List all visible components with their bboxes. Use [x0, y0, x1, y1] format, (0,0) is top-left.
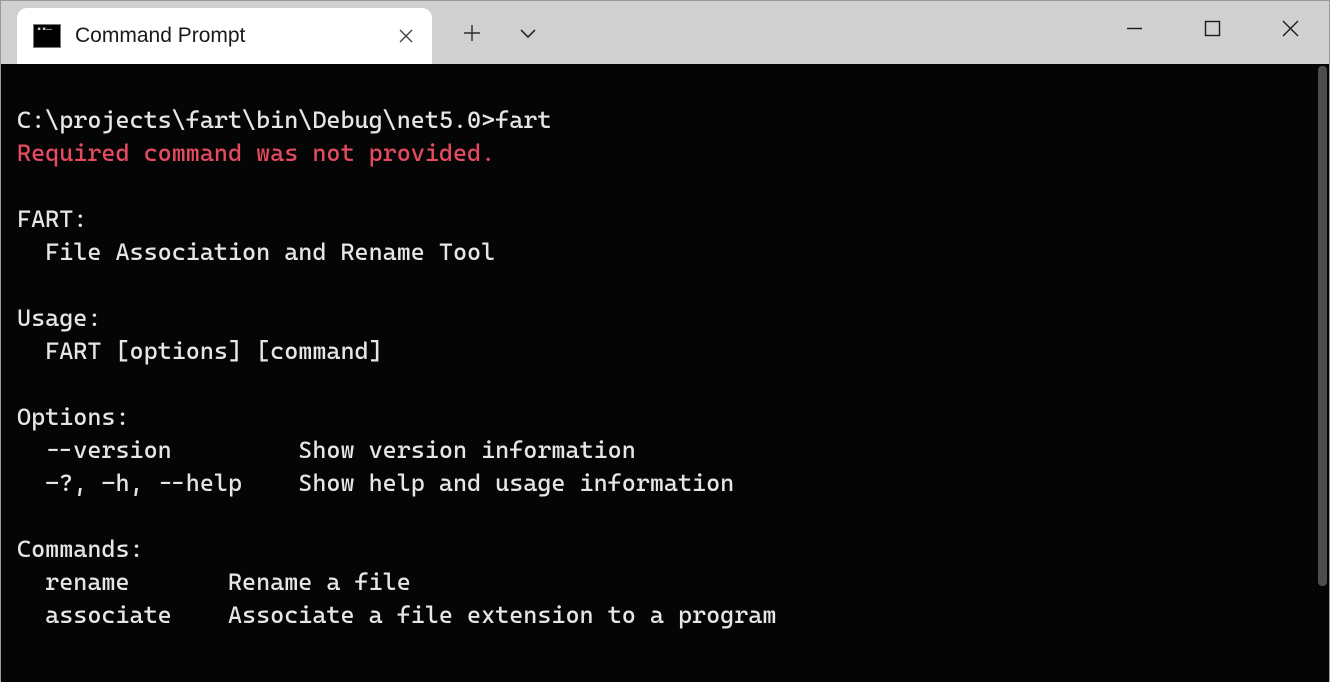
usage-line: FART [options] [command]	[17, 337, 383, 365]
scrollbar[interactable]	[1314, 64, 1329, 682]
error-line: Required command was not provided.	[17, 139, 495, 167]
close-window-button[interactable]	[1251, 1, 1329, 55]
terminal-output[interactable]: C:\projects\fart\bin\Debug\net5.0>fart R…	[1, 64, 1329, 682]
tab-strip: ▪▪— Command Prompt	[1, 1, 540, 64]
command-line: rename Rename a file	[17, 568, 411, 596]
maximize-button[interactable]	[1173, 1, 1251, 55]
chevron-down-icon	[519, 24, 537, 42]
options-header: Options:	[17, 403, 130, 431]
scroll-thumb[interactable]	[1318, 66, 1327, 586]
help-description: File Association and Rename Tool	[17, 238, 495, 266]
prompt-path: C:\projects\fart\bin\Debug\net5.0>	[17, 106, 495, 134]
tab-actions	[432, 1, 540, 64]
maximize-icon	[1204, 20, 1221, 37]
option-line: --version Show version information	[17, 436, 636, 464]
commands-header: Commands:	[17, 535, 144, 563]
command-line: associate Associate a file extension to …	[17, 601, 776, 629]
minimize-icon	[1126, 20, 1143, 37]
titlebar: ▪▪— Command Prompt	[1, 1, 1329, 64]
close-tab-button[interactable]	[392, 22, 420, 50]
plus-icon	[463, 24, 481, 42]
tab-title: Command Prompt	[75, 24, 378, 48]
terminal-icon: ▪▪—	[33, 24, 61, 48]
close-icon	[398, 28, 414, 44]
usage-header: Usage:	[17, 304, 101, 332]
option-line: -?, -h, --help Show help and usage infor…	[17, 469, 734, 497]
close-icon	[1282, 20, 1299, 37]
tab-dropdown-button[interactable]	[516, 21, 540, 45]
typed-command: fart	[495, 106, 551, 134]
terminal: C:\projects\fart\bin\Debug\net5.0>fart R…	[1, 64, 1329, 682]
help-header: FART:	[17, 205, 87, 233]
new-tab-button[interactable]	[460, 21, 484, 45]
tab-command-prompt[interactable]: ▪▪— Command Prompt	[17, 8, 432, 64]
window-controls	[1095, 1, 1329, 55]
minimize-button[interactable]	[1095, 1, 1173, 55]
